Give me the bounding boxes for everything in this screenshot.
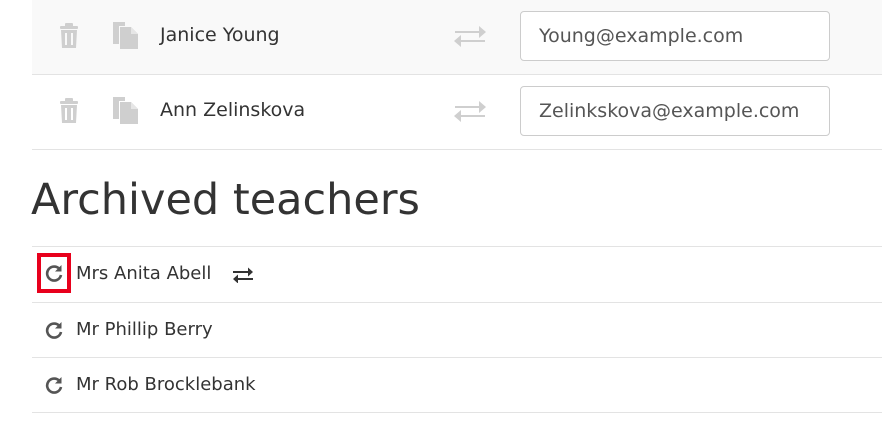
copy-icon[interactable]	[110, 94, 142, 126]
archived-teacher-name: Mrs Anita Abell	[76, 263, 212, 284]
teacher-name: Ann Zelinskova	[160, 99, 306, 121]
copy-icon[interactable]	[110, 19, 142, 51]
email-field[interactable]	[520, 86, 830, 136]
refresh-icon[interactable]	[37, 253, 71, 293]
trash-icon[interactable]	[56, 22, 82, 50]
refresh-icon[interactable]	[41, 317, 67, 343]
teacher-row: Janice Young	[32, 0, 882, 75]
archived-teacher-row: Mrs Anita Abell	[32, 246, 882, 302]
archived-teacher-row: Mr Phillip Berry	[32, 302, 882, 358]
teachers-panel: Janice Young Ann Ze	[0, 0, 882, 421]
archived-teacher-name: Mr Rob Brocklebank	[76, 374, 256, 395]
swap-arrows-icon[interactable]	[450, 24, 490, 48]
swap-arrows-icon[interactable]	[450, 99, 490, 123]
swap-arrows-icon[interactable]	[232, 265, 256, 285]
refresh-icon[interactable]	[41, 372, 67, 398]
archived-teacher-row: Mr Rob Brocklebank	[32, 357, 882, 413]
trash-icon[interactable]	[56, 97, 82, 125]
teacher-row: Ann Zelinskova	[32, 75, 882, 150]
archived-heading: Archived teachers	[31, 175, 420, 225]
archived-teacher-name: Mr Phillip Berry	[76, 319, 213, 340]
teacher-name: Janice Young	[160, 24, 280, 46]
email-field[interactable]	[520, 11, 830, 61]
